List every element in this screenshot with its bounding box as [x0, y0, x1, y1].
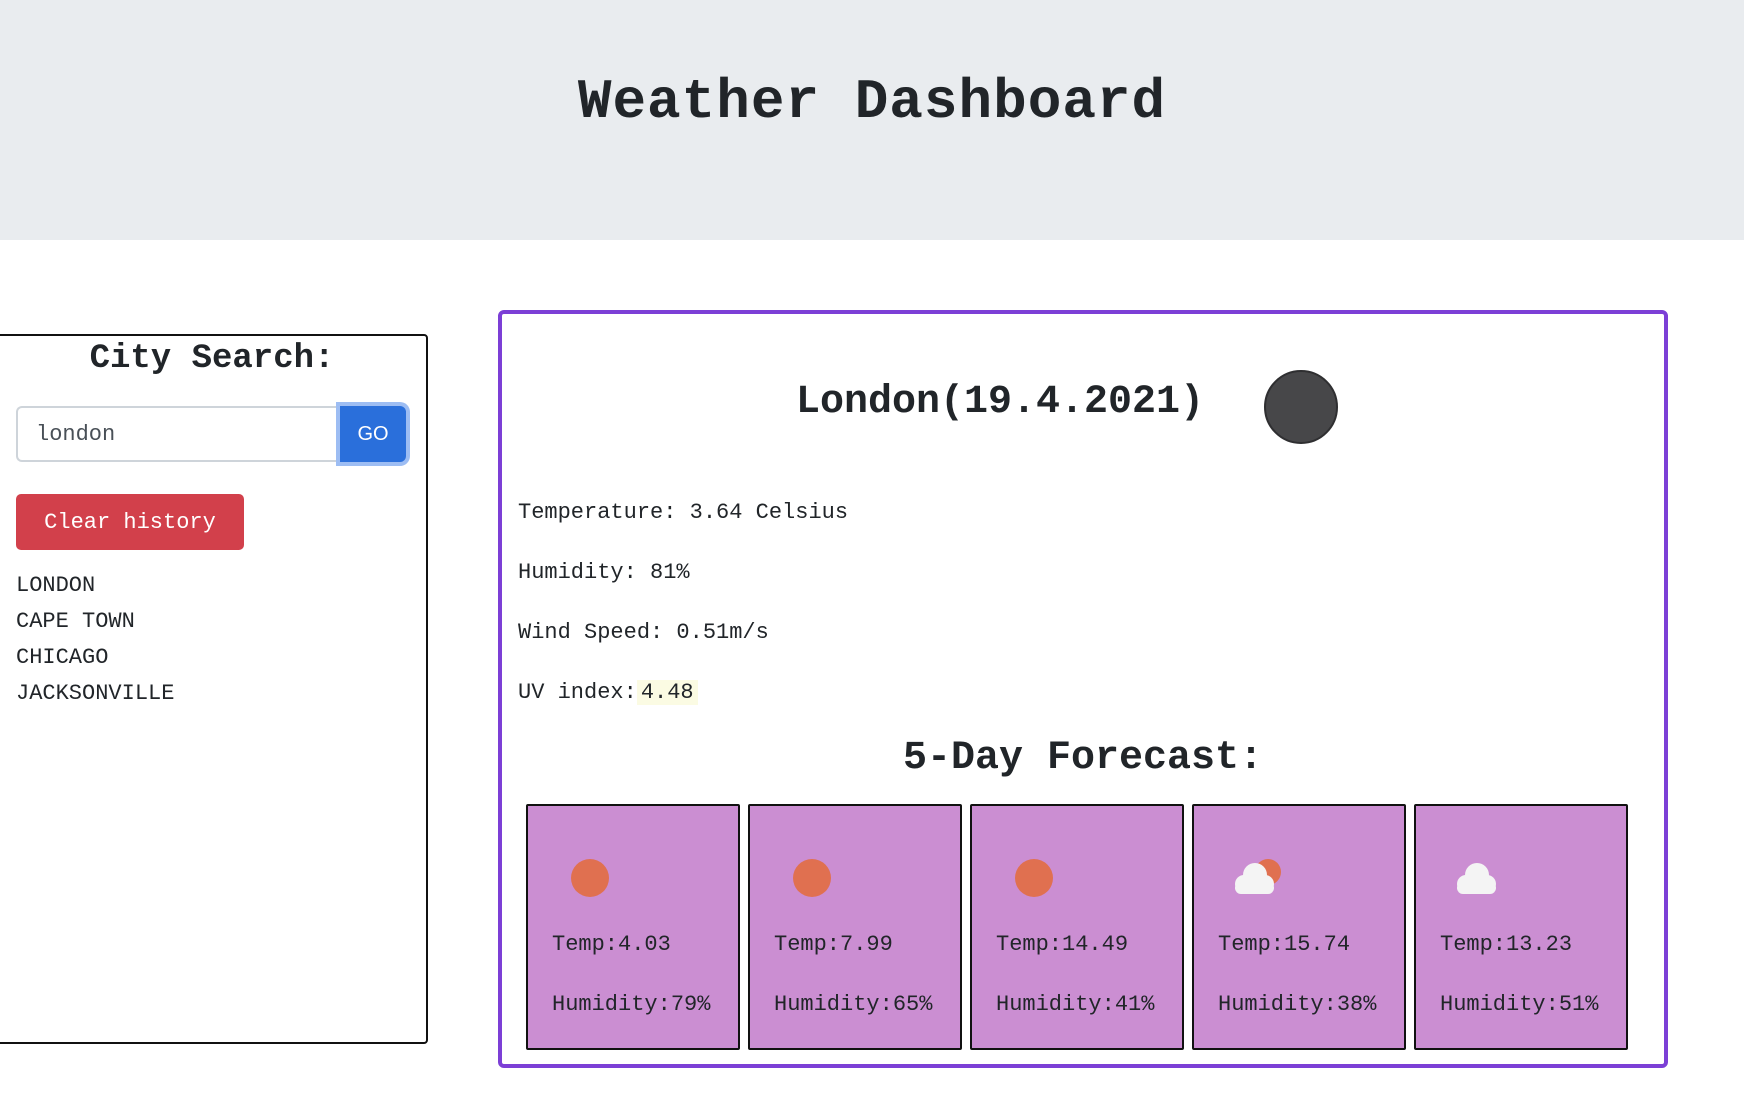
forecast-humidity: Humidity:79%	[552, 992, 711, 1017]
night-clear-icon	[1264, 370, 1338, 444]
history-item[interactable]: LONDON	[16, 568, 174, 604]
forecast-row: Temp:4.03 Humidity:79% Temp:7.99 Humidit…	[526, 804, 1630, 1050]
forecast-humidity: Humidity:65%	[774, 992, 933, 1017]
uv-index-value: 4.48	[636, 680, 698, 705]
city-date-title: London(19.4.2021)	[796, 380, 1205, 425]
forecast-card: Temp:4.03 Humidity:79%	[526, 804, 740, 1050]
forecast-card: Temp:13.23 Humidity:51%	[1414, 804, 1628, 1050]
go-button[interactable]: GO	[340, 406, 406, 462]
history-item[interactable]: CHICAGO	[16, 640, 174, 676]
sun-icon	[571, 859, 609, 897]
uv-index-label: UV index:	[518, 680, 637, 705]
city-search-panel: City Search: GO Clear history LONDON CAP…	[0, 334, 428, 1044]
page-title: Weather Dashboard	[577, 70, 1167, 134]
wind-speed-text: Wind Speed: 0.51m/s	[518, 620, 769, 645]
humidity-text: Humidity: 81%	[518, 560, 690, 585]
city-search-title: City Search:	[89, 340, 335, 378]
forecast-humidity: Humidity:51%	[1440, 992, 1599, 1017]
history-item[interactable]: JACKSONVILLE	[16, 676, 174, 712]
forecast-card: Temp:15.74 Humidity:38%	[1192, 804, 1406, 1050]
partly-cloudy-icon	[1235, 859, 1281, 894]
forecast-temp: Temp:13.23	[1440, 932, 1573, 957]
forecast-title: 5-Day Forecast:	[902, 736, 1264, 781]
history-item[interactable]: CAPE TOWN	[16, 604, 174, 640]
sun-icon	[793, 859, 831, 897]
search-history-list: LONDON CAPE TOWN CHICAGO JACKSONVILLE	[16, 568, 174, 712]
city-search-input[interactable]	[16, 406, 342, 462]
forecast-temp: Temp:15.74	[1218, 932, 1351, 957]
cloud-icon	[1457, 863, 1496, 894]
forecast-card: Temp:7.99 Humidity:65%	[748, 804, 962, 1050]
clear-history-button[interactable]: Clear history	[16, 494, 244, 550]
forecast-temp: Temp:4.03	[552, 932, 671, 957]
uv-index-text: UV index: 4.48	[518, 678, 698, 708]
forecast-temp: Temp:7.99	[774, 932, 893, 957]
temperature-text: Temperature: 3.64 Celsius	[518, 500, 849, 525]
sun-icon	[1015, 859, 1053, 897]
forecast-card: Temp:14.49 Humidity:41%	[970, 804, 1184, 1050]
forecast-humidity: Humidity:38%	[1218, 992, 1377, 1017]
header: Weather Dashboard	[0, 0, 1744, 240]
forecast-temp: Temp:14.49	[996, 932, 1129, 957]
forecast-humidity: Humidity:41%	[996, 992, 1155, 1017]
current-weather-panel: London(19.4.2021) Temperature: 3.64 Cels…	[498, 310, 1668, 1068]
